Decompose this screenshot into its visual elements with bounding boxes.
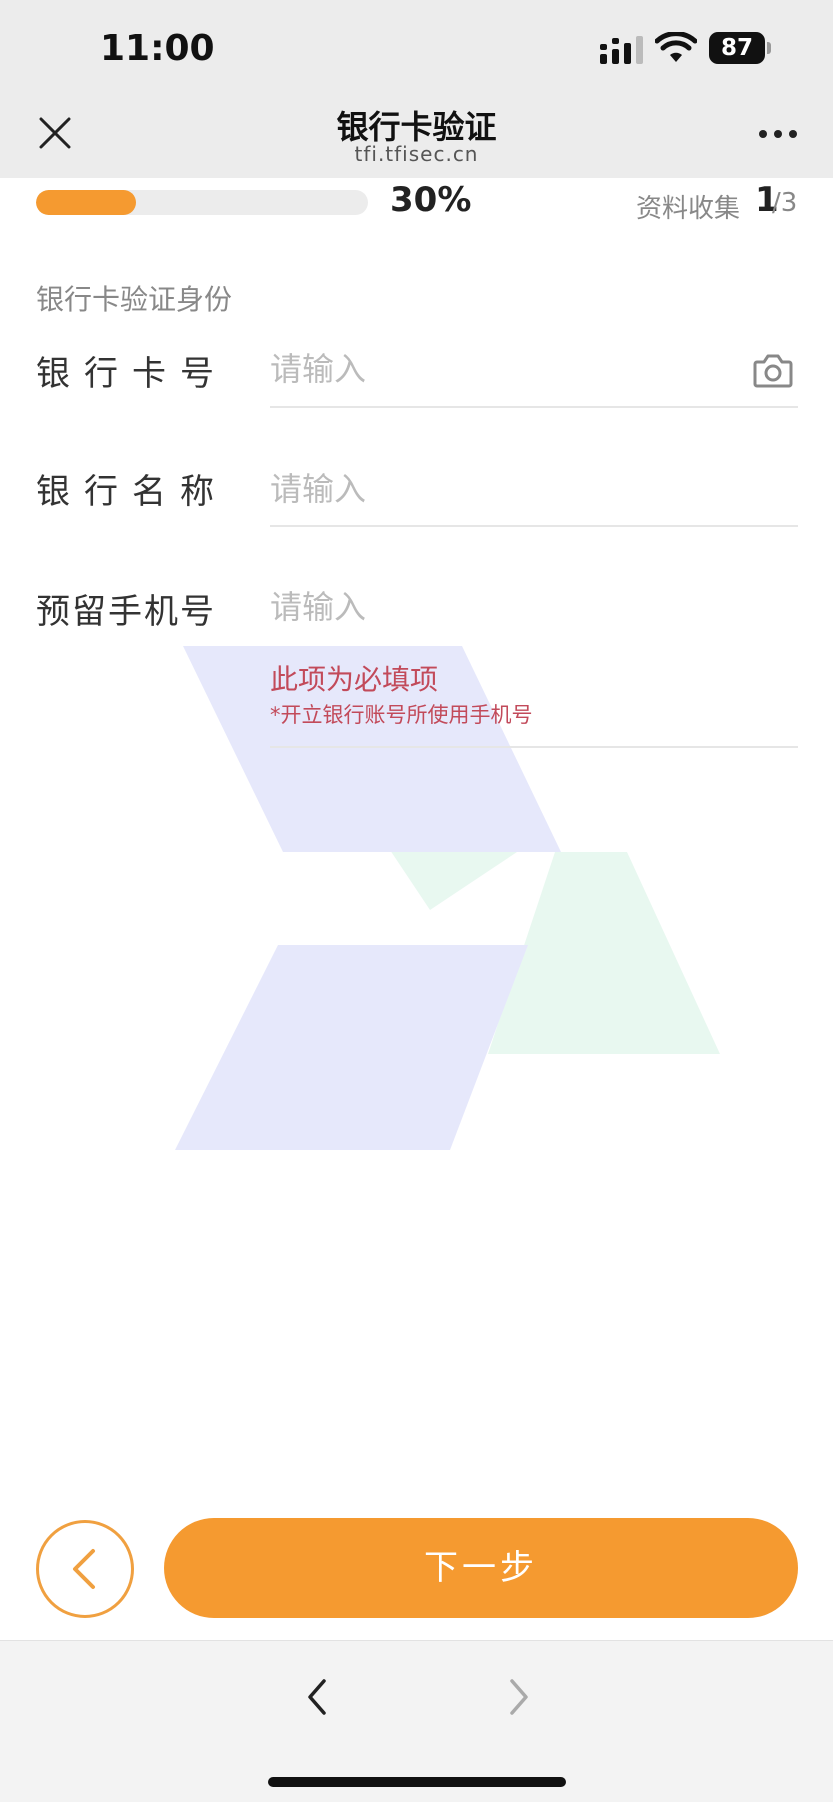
battery-tip (767, 42, 771, 54)
battery-icon: 87 (709, 32, 771, 64)
wifi-icon (655, 32, 697, 62)
phone-label: 预留手机号 (36, 592, 216, 632)
phone-error-message: 此项为必填项 (270, 663, 439, 696)
status-bar: 11:00 87 (0, 0, 833, 100)
card-number-underline (270, 406, 798, 408)
card-number-input[interactable] (270, 344, 740, 394)
chevron-left-icon (73, 1549, 95, 1589)
section-title: 银行卡验证身份 (36, 283, 233, 316)
camera-icon[interactable] (753, 352, 793, 388)
browser-toolbar (0, 1640, 833, 1802)
next-step-button[interactable]: 下一步 (164, 1518, 798, 1618)
battery-level: 87 (709, 32, 765, 64)
card-number-label: 银行卡号 (36, 354, 228, 394)
progress-bar (36, 190, 368, 215)
phone-underline (270, 746, 798, 748)
more-icon[interactable] (758, 128, 798, 140)
progress-percent: 30% (390, 180, 472, 220)
step-label: 资料收集 (636, 194, 741, 224)
step-total: /3 (772, 188, 798, 218)
bank-name-label: 银行名称 (36, 472, 228, 512)
bank-name-underline (270, 525, 798, 527)
previous-step-button[interactable] (36, 1520, 134, 1618)
status-time: 11:00 (100, 28, 215, 69)
nav-bar: 银行卡验证 tfi.tfisec.cn (0, 100, 833, 178)
progress-fill (36, 190, 136, 215)
signal-icon (600, 36, 643, 64)
browser-back-icon[interactable] (300, 1677, 336, 1717)
home-indicator (268, 1777, 566, 1787)
page-domain: tfi.tfisec.cn (354, 142, 479, 166)
bank-name-input[interactable] (270, 464, 700, 514)
phone-hint: *开立银行账号所使用手机号 (270, 703, 533, 727)
phone-input[interactable] (270, 582, 700, 632)
browser-forward-icon[interactable] (500, 1677, 536, 1717)
